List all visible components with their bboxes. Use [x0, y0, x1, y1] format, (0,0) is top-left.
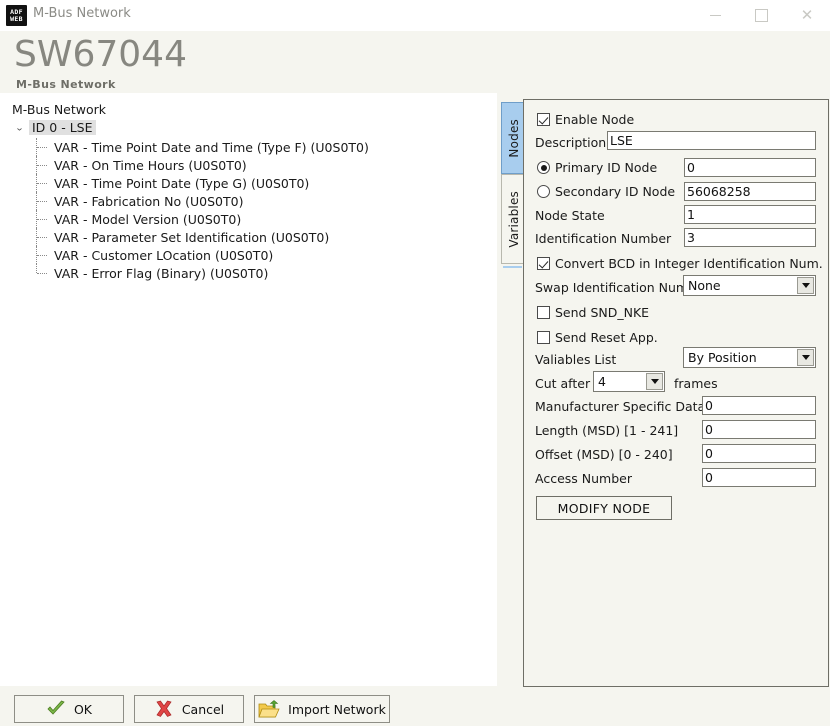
length-msd-input[interactable]: 0: [702, 420, 816, 439]
manufacturer-specific-data-label: Manufacturer Specific Data: [535, 399, 705, 414]
tree-item-variable[interactable]: VAR - On Time Hours (U0S0T0): [32, 156, 369, 174]
description-label: Description: [535, 135, 606, 150]
ok-button-label: OK: [74, 702, 92, 717]
import-network-button[interactable]: Import Network: [254, 695, 390, 723]
ok-button[interactable]: OK: [14, 695, 124, 723]
node-settings-panel: Enable Node Description LSE Primary ID N…: [523, 99, 829, 687]
convert-bcd-checkbox[interactable]: [537, 257, 550, 270]
import-button-label: Import Network: [288, 702, 386, 717]
length-msd-label: Length (MSD) [1 - 241]: [535, 423, 678, 438]
open-folder-icon: [258, 700, 280, 719]
maximize-button[interactable]: [738, 0, 784, 31]
tree-item-variable[interactable]: VAR - Fabrication No (U0S0T0): [32, 192, 369, 210]
primary-id-input[interactable]: 0: [684, 158, 816, 177]
close-button[interactable]: ✕: [784, 0, 830, 31]
send-snd-nke-label: Send SND_NKE: [555, 305, 649, 320]
cut-after-value: 4: [594, 372, 646, 391]
cut-after-label: Cut after: [535, 376, 590, 391]
node-state-input[interactable]: 1: [684, 205, 816, 224]
identification-number-input[interactable]: 3: [684, 228, 816, 247]
tree-item-variable[interactable]: VAR - Parameter Set Identification (U0S0…: [32, 228, 369, 246]
chevron-down-icon[interactable]: [797, 277, 814, 294]
cut-after-suffix-label: frames: [674, 376, 718, 391]
cancel-button-label: Cancel: [182, 702, 224, 717]
chevron-down-icon[interactable]: [646, 373, 663, 390]
brand-header: SW67044 M-Bus Network: [0, 31, 830, 93]
cancel-button[interactable]: Cancel: [134, 695, 244, 723]
tab-nodes-label: Nodes: [507, 119, 521, 158]
swap-identification-label: Swap Identification Num.: [535, 280, 692, 295]
tree-item-variable[interactable]: VAR - Customer LOcation (U0S0T0): [32, 246, 369, 264]
tab-strip-underline: [503, 266, 522, 268]
tree-variable-list: VAR - Time Point Date and Time (Type F) …: [32, 138, 369, 282]
tree-item-node-label[interactable]: ID 0 - LSE: [29, 120, 96, 135]
secondary-id-label: Secondary ID Node: [555, 184, 675, 199]
tab-variables[interactable]: Variables: [501, 174, 525, 264]
variables-list-label: Valiables List: [535, 352, 616, 367]
window-titlebar: ADF WEB M-Bus Network ✕: [0, 0, 830, 31]
convert-bcd-label: Convert BCD in Integer Identification Nu…: [555, 256, 823, 271]
network-tree-panel[interactable]: M-Bus Network ⌄ ID 0 - LSE VAR - Time Po…: [0, 93, 497, 686]
primary-id-label: Primary ID Node: [555, 160, 657, 175]
access-number-label: Access Number: [535, 471, 632, 486]
secondary-id-input[interactable]: 56068258: [684, 182, 816, 201]
tab-nodes[interactable]: Nodes: [501, 102, 525, 174]
tree-item-node[interactable]: ⌄ ID 0 - LSE: [14, 120, 96, 135]
identification-number-label: Identification Number: [535, 231, 671, 246]
minimize-button[interactable]: [692, 0, 738, 31]
tree-item-variable[interactable]: VAR - Time Point Date and Time (Type F) …: [32, 138, 369, 156]
tab-variables-label: Variables: [507, 191, 521, 248]
variables-list-value: By Position: [684, 348, 797, 367]
description-input[interactable]: LSE: [607, 131, 816, 150]
close-x-icon: [154, 700, 174, 718]
tree-root-label[interactable]: M-Bus Network: [12, 102, 106, 117]
secondary-id-radio[interactable]: [537, 185, 550, 198]
send-snd-nke-checkbox[interactable]: [537, 306, 550, 319]
offset-msd-input[interactable]: 0: [702, 444, 816, 463]
swap-identification-select[interactable]: None: [683, 275, 816, 296]
manufacturer-specific-data-input[interactable]: 0: [702, 396, 816, 415]
modify-node-button[interactable]: MODIFY NODE: [536, 496, 672, 520]
page-title: SW67044: [14, 34, 187, 75]
chevron-down-icon[interactable]: ⌄: [14, 122, 25, 132]
variables-list-select[interactable]: By Position: [683, 347, 816, 368]
access-number-input[interactable]: 0: [702, 468, 816, 487]
adfweb-logo-line2: WEB: [10, 16, 23, 23]
cut-after-select[interactable]: 4: [593, 371, 665, 392]
tree-item-variable[interactable]: VAR - Model Version (U0S0T0): [32, 210, 369, 228]
send-reset-app-label: Send Reset App.: [555, 330, 658, 345]
primary-id-radio[interactable]: [537, 161, 550, 174]
tree-item-variable[interactable]: VAR - Time Point Date (Type G) (U0S0T0): [32, 174, 369, 192]
tree-item-variable[interactable]: VAR - Error Flag (Binary) (U0S0T0): [32, 264, 369, 282]
offset-msd-label: Offset (MSD) [0 - 240]: [535, 447, 673, 462]
swap-identification-value: None: [684, 276, 797, 295]
checkmark-icon: [46, 700, 66, 718]
enable-node-label: Enable Node: [555, 112, 634, 127]
enable-node-checkbox[interactable]: [537, 113, 550, 126]
adfweb-logo-icon: ADF WEB: [6, 5, 27, 26]
window-title: M-Bus Network: [33, 6, 131, 21]
send-reset-app-checkbox[interactable]: [537, 331, 550, 344]
page-subtitle: M-Bus Network: [16, 78, 116, 91]
chevron-down-icon[interactable]: [797, 349, 814, 366]
node-state-label: Node State: [535, 208, 605, 223]
